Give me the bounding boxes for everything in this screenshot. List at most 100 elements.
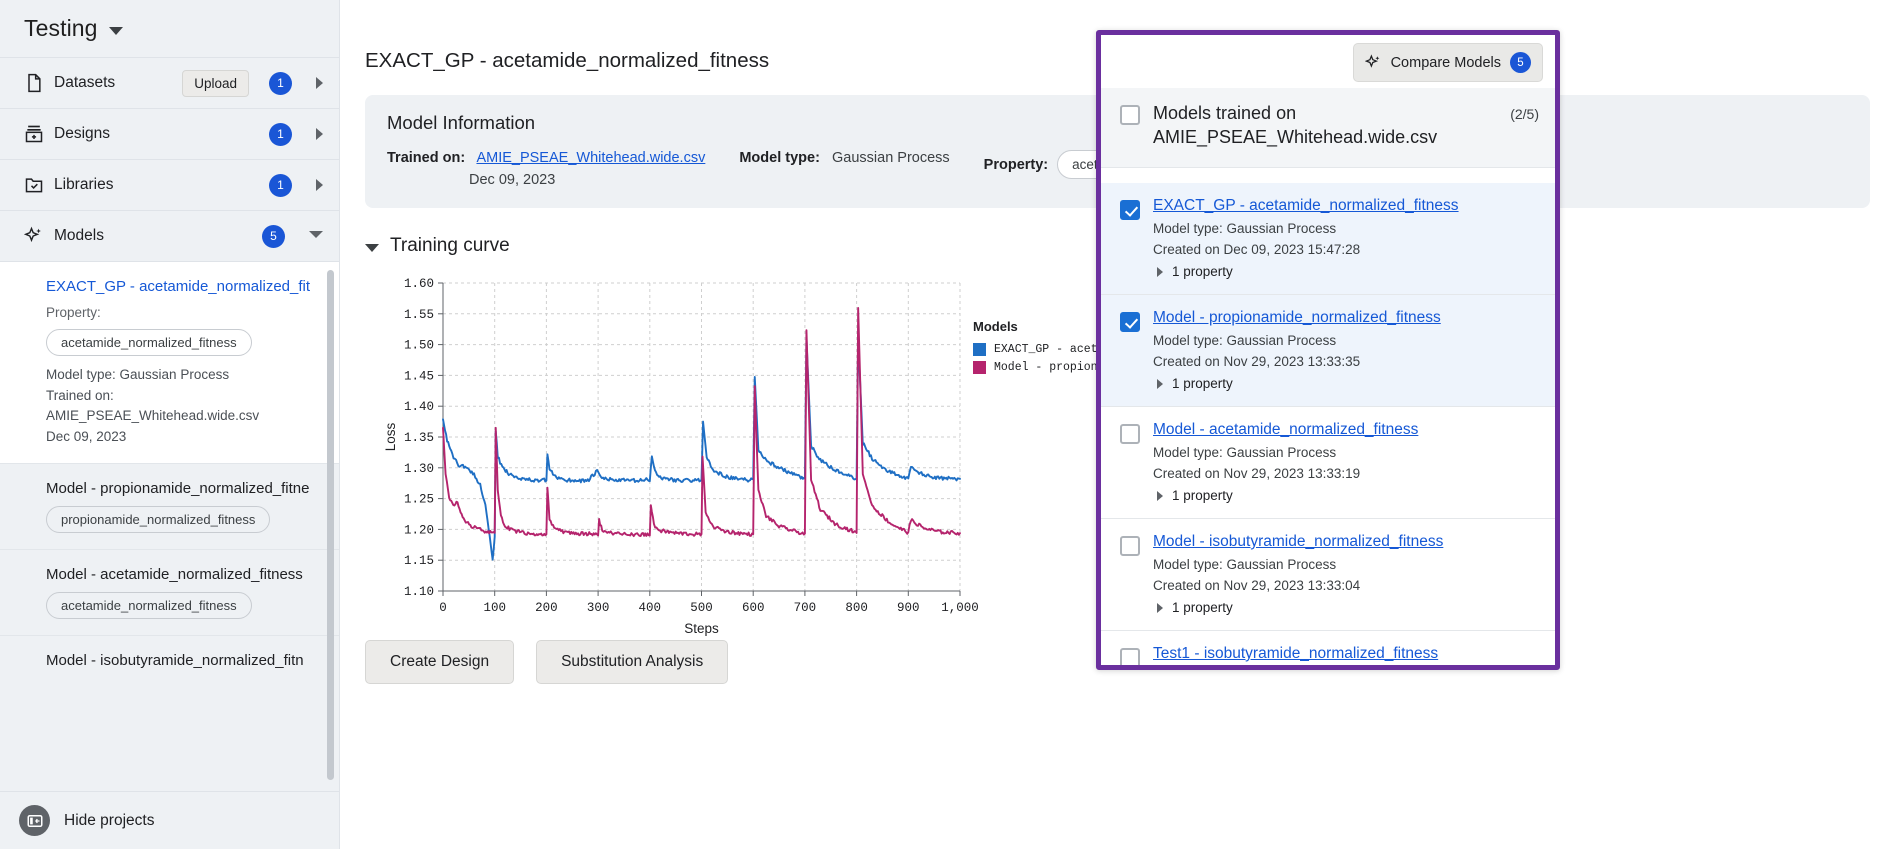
file-icon xyxy=(28,73,41,93)
model-checkbox[interactable] xyxy=(1120,424,1140,444)
compare-model-property-toggle[interactable]: 1 property xyxy=(1153,376,1539,391)
upload-button[interactable]: Upload xyxy=(182,69,249,97)
sidebar-model-name[interactable]: Model - acetamide_normalized_fitness xyxy=(46,566,317,583)
sidebar-property-chip: acetamide_normalized_fitness xyxy=(46,329,252,356)
svg-text:1.45: 1.45 xyxy=(404,369,434,383)
svg-text:0: 0 xyxy=(439,601,447,615)
dataset-group-header: Models trained on AMIE_PSEAE_Whitehead.w… xyxy=(1101,88,1555,168)
hide-projects-button[interactable]: Hide projects xyxy=(0,791,339,849)
svg-text:900: 900 xyxy=(897,601,920,615)
sidebar-model-card[interactable]: Model - propionamide_normalized_fitne pr… xyxy=(0,464,339,550)
model-type-value: Gaussian Process xyxy=(832,150,950,166)
sidebar-model-name[interactable]: Model - propionamide_normalized_fitne xyxy=(46,480,317,497)
chevron-right-icon[interactable] xyxy=(316,77,323,89)
compare-model-row[interactable]: Test1 - isobutyramide_normalized_fitness xyxy=(1101,631,1555,665)
sidebar-trained-on-file: AMIE_PSEAE_Whitehead.wide.csv xyxy=(46,408,260,424)
compare-model-name[interactable]: Test1 - isobutyramide_normalized_fitness xyxy=(1153,645,1539,663)
chevron-right-icon xyxy=(1157,378,1163,389)
chevron-right-icon[interactable] xyxy=(316,179,323,191)
project-header[interactable]: Testing xyxy=(0,0,339,58)
substitution-analysis-button[interactable]: Substitution Analysis xyxy=(536,640,729,684)
compare-model-property-count: 1 property xyxy=(1172,376,1233,391)
sidebar-model-card[interactable]: Model - isobutyramide_normalized_fitn xyxy=(0,636,339,685)
compare-model-row[interactable]: Model - acetamide_normalized_fitness Mod… xyxy=(1101,407,1555,519)
compare-model-property-count: 1 property xyxy=(1172,600,1233,615)
sidebar-item-models[interactable]: Models 5 xyxy=(0,211,339,262)
chevron-right-icon xyxy=(1157,266,1163,277)
project-title: Testing xyxy=(24,15,98,41)
chevron-right-icon xyxy=(1157,602,1163,613)
model-checkbox[interactable] xyxy=(1120,536,1140,556)
svg-text:800: 800 xyxy=(845,601,868,615)
compare-model-name[interactable]: EXACT_GP - acetamide_normalized_fitness xyxy=(1153,197,1539,215)
sidebar-property-chip: propionamide_normalized_fitness xyxy=(46,505,271,533)
trained-on-date: Dec 09, 2023 xyxy=(469,172,556,188)
compare-model-name[interactable]: Model - isobutyramide_normalized_fitness xyxy=(1153,533,1539,551)
svg-text:1.55: 1.55 xyxy=(404,308,434,322)
sidebar-label-libraries: Libraries xyxy=(54,176,114,193)
svg-text:200: 200 xyxy=(535,601,558,615)
sidebar-model-name[interactable]: EXACT_GP - acetamide_normalized_fit xyxy=(46,278,317,295)
model-checkbox[interactable] xyxy=(1120,312,1140,332)
compare-model-property-count: 1 property xyxy=(1172,264,1233,279)
compare-model-list[interactable]: EXACT_GP - acetamide_normalized_fitness … xyxy=(1101,183,1555,665)
compare-model-property-toggle[interactable]: 1 property xyxy=(1153,600,1539,615)
legend-item: EXACT_GP - acet xyxy=(973,343,1098,356)
svg-text:1.50: 1.50 xyxy=(404,339,434,353)
hide-projects-label: Hide projects xyxy=(64,811,155,829)
sidebar-property-label: Property: xyxy=(46,305,101,320)
action-buttons: Create Design Substitution Analysis xyxy=(365,640,729,684)
compare-model-type: Model type: Gaussian Process xyxy=(1153,221,1337,236)
compare-model-property-toggle[interactable]: 1 property xyxy=(1153,488,1539,503)
sidebar-model-card[interactable]: Model - acetamide_normalized_fitness ace… xyxy=(0,550,339,636)
dataset-group-checkbox[interactable] xyxy=(1120,105,1140,125)
compare-model-created: Created on Nov 29, 2023 13:33:19 xyxy=(1153,466,1361,481)
compare-model-name[interactable]: Model - propionamide_normalized_fitness xyxy=(1153,309,1539,327)
svg-text:1.60: 1.60 xyxy=(404,277,434,291)
compare-model-created: Created on Nov 29, 2023 13:33:04 xyxy=(1153,578,1361,593)
svg-text:1.30: 1.30 xyxy=(404,462,434,476)
compare-models-button[interactable]: Compare Models 5 xyxy=(1352,43,1543,82)
svg-text:100: 100 xyxy=(483,601,506,615)
chevron-down-icon[interactable] xyxy=(365,244,379,252)
panel-collapse-icon xyxy=(19,805,50,836)
sidebar-property-chip: acetamide_normalized_fitness xyxy=(46,591,252,619)
sparkle-icon xyxy=(24,226,41,243)
compare-model-property-toggle[interactable]: 1 property xyxy=(1153,264,1539,279)
compare-model-type: Model type: Gaussian Process xyxy=(1153,557,1337,572)
model-checkbox[interactable] xyxy=(1120,648,1140,665)
chevron-down-icon[interactable] xyxy=(309,231,323,244)
legend-label-series-1: Model - propion xyxy=(994,361,1098,374)
compare-model-row[interactable]: Model - propionamide_normalized_fitness … xyxy=(1101,295,1555,407)
sidebar-scrollbar[interactable] xyxy=(327,270,334,780)
sidebar-trained-on-date: Dec 09, 2023 xyxy=(46,429,127,445)
sidebar-label-designs: Designs xyxy=(54,125,110,142)
sidebar-model-card[interactable]: EXACT_GP - acetamide_normalized_fit Prop… xyxy=(0,262,339,464)
property-label: Property: xyxy=(983,156,1049,173)
model-checkbox[interactable] xyxy=(1120,200,1140,220)
svg-text:600: 600 xyxy=(742,601,765,615)
svg-text:1.15: 1.15 xyxy=(404,554,434,568)
compare-model-name[interactable]: Model - acetamide_normalized_fitness xyxy=(1153,421,1539,439)
libraries-count-badge: 1 xyxy=(269,173,292,197)
sidebar-model-name[interactable]: Model - isobutyramide_normalized_fitn xyxy=(46,652,317,669)
compare-model-row[interactable]: EXACT_GP - acetamide_normalized_fitness … xyxy=(1101,183,1555,295)
trained-on-file-link[interactable]: AMIE_PSEAE_Whitehead.wide.csv xyxy=(476,150,705,166)
svg-text:300: 300 xyxy=(587,601,610,615)
chevron-right-icon[interactable] xyxy=(316,128,323,140)
sidebar-item-datasets[interactable]: Datasets Upload 1 xyxy=(0,58,339,109)
svg-text:1.25: 1.25 xyxy=(404,493,434,507)
create-design-button[interactable]: Create Design xyxy=(365,640,515,684)
model-type-block: Model type: Gaussian Process xyxy=(739,150,949,166)
chevron-down-icon[interactable] xyxy=(108,26,123,35)
svg-text:Loss: Loss xyxy=(383,422,398,451)
sidebar-label-datasets: Datasets xyxy=(54,74,116,91)
designs-icon xyxy=(25,125,43,143)
legend-swatch-series-1 xyxy=(973,361,986,374)
compare-model-row[interactable]: Model - isobutyramide_normalized_fitness… xyxy=(1101,519,1555,631)
svg-text:400: 400 xyxy=(639,601,662,615)
sparkle-icon xyxy=(1364,54,1379,68)
sidebar-item-designs[interactable]: Designs 1 xyxy=(0,109,339,160)
sidebar-item-libraries[interactable]: Libraries 1 xyxy=(0,160,339,211)
compare-models-badge: 5 xyxy=(1510,52,1531,73)
